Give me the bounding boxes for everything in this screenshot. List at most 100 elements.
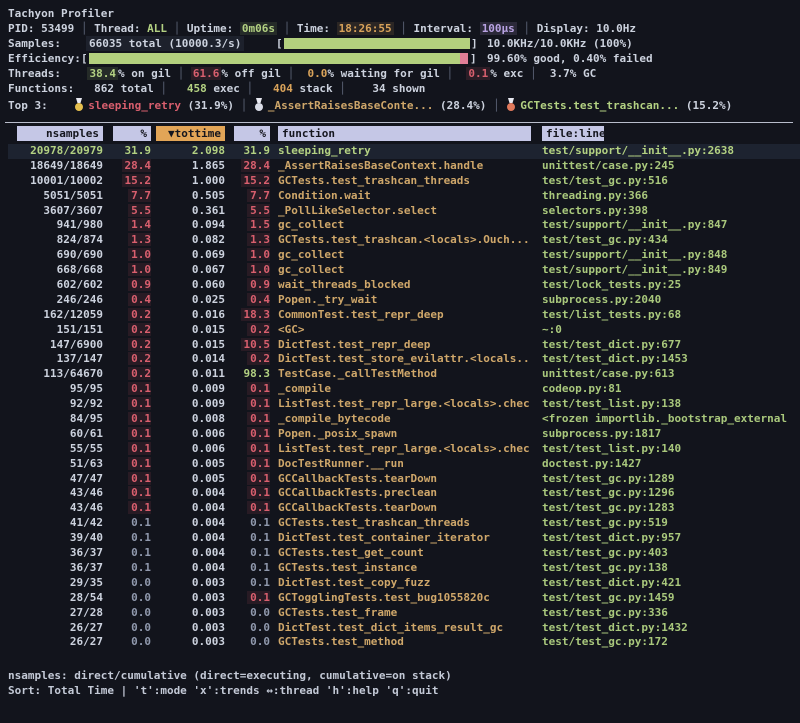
cell-nsamples: 5051/5051 — [8, 189, 103, 204]
stat-value: 38.4 — [87, 67, 118, 80]
cell-pct-samples: 0.1 — [103, 531, 151, 546]
table-row[interactable]: 60/610.10.0060.1Popen._posix_spawnsubpro… — [8, 427, 800, 442]
cell-nsamples: 84/95 — [8, 412, 103, 427]
cell-tottime: 0.006 — [151, 427, 225, 442]
cell-nsamples: 47/47 — [8, 472, 103, 487]
samples-row: Samples: 66035 total (10000.3/s) [ ] 10.… — [0, 36, 800, 51]
top3-function-name[interactable]: _AssertRaisesBaseConte... — [268, 99, 434, 112]
cell-pct-tottime: 1.3 — [225, 233, 270, 248]
cell-tottime: 2.098 — [151, 144, 225, 159]
cell-pct-samples: 0.2 — [103, 308, 151, 323]
table-row[interactable]: 39/400.10.0040.1DictTest.test_container_… — [8, 531, 800, 546]
table-row[interactable]: 29/350.00.0030.1DictTest.test_copy_fuzzt… — [8, 576, 800, 591]
table-row[interactable]: 18649/1864928.41.86528.4_AssertRaisesBas… — [8, 159, 800, 174]
table-row[interactable]: 941/9801.40.0941.5gc_collecttest/support… — [8, 218, 800, 233]
cell-nsamples: 39/40 — [8, 531, 103, 546]
table-row[interactable]: 151/1510.20.0150.2<GC>~:0 — [8, 323, 800, 338]
column-header-function[interactable]: function — [278, 126, 531, 141]
cell-function: _AssertRaisesBaseContext.handle — [270, 159, 530, 174]
cell-nsamples: 113/64670 — [8, 367, 103, 382]
cell-function: gc_collect — [270, 263, 530, 278]
column-header-pct-tottime[interactable]: % — [234, 126, 270, 141]
cell-file-line: subprocess.py:2040 — [530, 293, 800, 308]
cell-file-line: test/support/__init__.py:849 — [530, 263, 800, 278]
cell-file-line: test/test_gc.py:172 — [530, 635, 800, 650]
separator: │ — [234, 99, 254, 112]
cell-pct-samples: 0.2 — [103, 352, 151, 367]
cell-file-line: unittest/case.py:613 — [530, 367, 800, 382]
table-row[interactable]: 20978/2097931.92.09831.9sleeping_retryte… — [8, 144, 800, 159]
table-row[interactable]: 41/420.10.0040.1GCTests.test_trashcan_th… — [8, 516, 800, 531]
cell-pct-tottime: 0.1 — [225, 591, 270, 606]
table-row[interactable]: 668/6681.00.0671.0gc_collecttest/support… — [8, 263, 800, 278]
table-row[interactable]: 27/280.00.0030.0GCTests.test_frametest/t… — [8, 606, 800, 621]
column-header-nsamples[interactable]: nsamples — [17, 126, 103, 141]
silver-medal-icon — [254, 96, 264, 115]
table-row[interactable]: 84/950.10.0080.1_compile_bytecode<frozen… — [8, 412, 800, 427]
table-row[interactable]: 26/270.00.0030.0GCTests.test_methodtest/… — [8, 635, 800, 650]
info-value-interval: 100μs — [480, 22, 517, 35]
stat-value: 61.6 — [191, 67, 222, 80]
table-row[interactable]: 690/6901.00.0691.0gc_collecttest/support… — [8, 248, 800, 263]
table-row[interactable]: 113/646700.20.01198.3TestCase._callTestM… — [8, 367, 800, 382]
cell-pct-samples: 0.1 — [103, 427, 151, 442]
cell-pct-samples: 0.2 — [103, 338, 151, 353]
table-row[interactable]: 36/370.10.0040.1GCTests.test_instancetes… — [8, 561, 800, 576]
cell-function: DictTest.test_dict_items_result_gc — [270, 621, 530, 636]
cell-file-line: test/test_gc.py:336 — [530, 606, 800, 621]
cell-function: DictTest.test_copy_fuzz — [270, 576, 530, 591]
samples-bar-open-bracket: [ — [276, 36, 283, 51]
cell-tottime: 0.004 — [151, 516, 225, 531]
table-row[interactable]: 47/470.10.0050.1GCCallbackTests.tearDown… — [8, 472, 800, 487]
cell-nsamples: 26/27 — [8, 635, 103, 650]
column-header-tottime-sorted[interactable]: ▼tottime — [156, 126, 225, 141]
stat-label: shown — [386, 82, 426, 95]
cell-function: DocTestRunner.__run — [270, 457, 530, 472]
cell-tottime: 0.004 — [151, 546, 225, 561]
table-row[interactable]: 5051/50517.70.5057.7Condition.waitthread… — [8, 189, 800, 204]
table-row[interactable]: 43/460.10.0040.1GCCallbackTests.preclean… — [8, 486, 800, 501]
table-row[interactable]: 43/460.10.0040.1GCCallbackTests.tearDown… — [8, 501, 800, 516]
column-header-pct-samples[interactable]: % — [113, 126, 151, 141]
cell-nsamples: 20978/20979 — [8, 144, 103, 159]
cell-function: GCTests.test_trashcan_threads — [270, 174, 530, 189]
cell-pct-samples: 0.2 — [103, 323, 151, 338]
footer: nsamples: direct/cumulative (direct=exec… — [0, 668, 800, 698]
table-row[interactable]: 3607/36075.50.3615.5_PollLikeSelector.se… — [8, 204, 800, 219]
table-row[interactable]: 92/920.10.0090.1ListTest.test_repr_large… — [8, 397, 800, 412]
info-label-uptime: Uptime: — [187, 22, 240, 35]
cell-tottime: 0.361 — [151, 204, 225, 219]
table-row[interactable]: 26/270.00.0030.0DictTest.test_dict_items… — [8, 621, 800, 636]
table-row[interactable]: 824/8741.30.0821.3GCTests.test_trashcan.… — [8, 233, 800, 248]
table-row[interactable]: 55/550.10.0060.1ListTest.test_repr_large… — [8, 442, 800, 457]
cell-pct-samples: 1.4 — [103, 218, 151, 233]
table-row[interactable]: 28/540.00.0030.1GCTogglingTests.test_bug… — [8, 591, 800, 606]
top3-percentage: (31.9%) — [181, 99, 234, 112]
stat-value: 458 — [187, 82, 207, 95]
cell-nsamples: 824/874 — [8, 233, 103, 248]
table-row[interactable]: 51/630.10.0050.1DocTestRunner.__rundocte… — [8, 457, 800, 472]
column-header-file-line[interactable]: file:line — [542, 126, 604, 141]
top3-function-name[interactable]: sleeping_retry — [88, 99, 181, 112]
table-row[interactable]: 137/1470.20.0140.2DictTest.test_store_ev… — [8, 352, 800, 367]
cell-pct-tottime: 1.0 — [225, 248, 270, 263]
table-row[interactable]: 36/370.10.0040.1GCTests.test_get_countte… — [8, 546, 800, 561]
cell-tottime: 0.003 — [151, 606, 225, 621]
info-label-display: Display: — [537, 22, 597, 35]
cell-pct-samples: 1.3 — [103, 233, 151, 248]
table-row[interactable]: 10001/1000215.21.00015.2GCTests.test_tra… — [8, 174, 800, 189]
cell-nsamples: 28/54 — [8, 591, 103, 606]
table-row[interactable]: 95/950.10.0090.1_compilecodeop.py:81 — [8, 382, 800, 397]
table-row[interactable]: 602/6020.90.0600.9wait_threads_blockedte… — [8, 278, 800, 293]
top3-function-name[interactable]: GCTests.test_trashcan... — [520, 99, 679, 112]
cell-nsamples: 41/42 — [8, 516, 103, 531]
cell-tottime: 0.004 — [151, 561, 225, 576]
cell-function: Popen._posix_spawn — [270, 427, 530, 442]
table-row[interactable]: 162/120590.20.01618.3CommonTest.test_rep… — [8, 308, 800, 323]
cell-tottime: 0.003 — [151, 591, 225, 606]
cell-file-line: test/test_gc.py:519 — [530, 516, 800, 531]
table-row[interactable]: 246/2460.40.0250.4Popen._try_waitsubproc… — [8, 293, 800, 308]
table-row[interactable]: 147/69000.20.01510.5DictTest.test_repr_d… — [8, 338, 800, 353]
top3-entries: sleeping_retry (31.9%) │ _AssertRaisesBa… — [48, 99, 732, 112]
cell-nsamples: 147/6900 — [8, 338, 103, 353]
